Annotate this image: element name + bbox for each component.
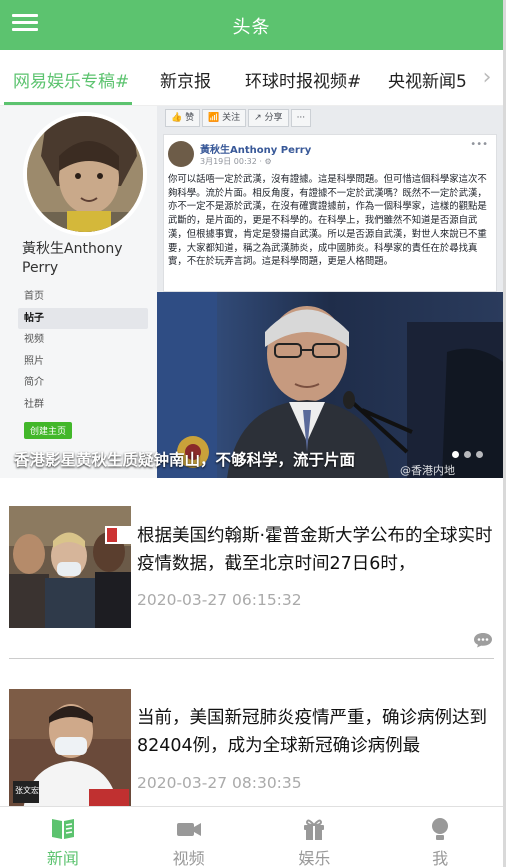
post-card: 黃秋生Anthony Perry 3月19日 00:32 · ⚙ ••• 你可以…	[163, 134, 497, 292]
follow-chip: 📶 关注	[202, 109, 247, 127]
like-chip: 👍 赞	[165, 109, 201, 127]
profile-nav-photos: 照片	[24, 355, 44, 367]
profile-nav-home: 首页	[24, 291, 44, 302]
featured-caption: 香港影星黄秋生质疑钟南山，不够科学，流于片面	[14, 451, 356, 469]
news-icon	[51, 819, 74, 839]
create-page-badge: 创建主页	[24, 422, 73, 439]
nav-me-label: 我	[432, 849, 449, 867]
profile-nav: 首页 帖子 视频 照片 简介 社群	[18, 286, 148, 415]
tab-xinjingbao[interactable]: 新京报	[160, 67, 211, 92]
bottom-navigation: 新闻 视频 娱乐 我	[0, 806, 503, 867]
news-timestamp: 2020-03-27 06:15:32	[137, 591, 302, 609]
video-camera-icon	[176, 823, 201, 836]
tab-cctv-news[interactable]: 央视新闻5	[388, 67, 467, 92]
top-app-bar: 头条	[0, 0, 503, 50]
nav-video[interactable]: 视频	[126, 807, 252, 867]
more-chip: ···	[290, 109, 312, 127]
news-title: 根据美国约翰斯·霍普金斯大学公布的全球实时疫情数据，截至北京时间27日6时，	[137, 526, 493, 574]
profile-avatar	[23, 112, 147, 236]
profile-name: 黃秋生Anthony Perry	[22, 241, 123, 276]
profile-nav-about: 简介	[24, 377, 44, 388]
svg-text:张文宏: 张文宏	[15, 785, 39, 795]
nav-entertainment-label: 娱乐	[298, 849, 331, 867]
profile-nav-community: 社群	[24, 398, 44, 410]
post-date: 3月19日 00:32 · ⚙	[200, 157, 272, 166]
active-tab-indicator	[4, 102, 132, 105]
user-icon	[432, 818, 449, 840]
tab-netease-ent[interactable]: 网易娱乐专稿#	[13, 67, 129, 92]
more-options-icon: •••	[470, 139, 488, 150]
tab-huanqiu-video[interactable]: 环球时报视频#	[245, 67, 361, 92]
chevron-right-icon[interactable]: ›	[471, 50, 503, 105]
post-author-avatar	[168, 141, 194, 167]
source-watermark: @香港内地	[400, 464, 455, 477]
nav-news-label: 新闻	[46, 849, 79, 867]
news-list-item[interactable]: 张文宏 当前，美国新冠肺炎疫情严重，确诊病例达到82404例，成为全球新冠确诊病…	[0, 659, 503, 811]
post-author: 黃秋生Anthony Perry	[200, 145, 312, 156]
nav-entertainment[interactable]: 娱乐	[252, 807, 378, 867]
profile-nav-videos: 视频	[24, 334, 44, 345]
pager-dot[interactable]	[476, 451, 483, 458]
gift-icon	[304, 819, 325, 840]
news-timestamp: 2020-03-27 08:30:35	[137, 774, 302, 792]
featured-carousel[interactable]: 黃秋生Anthony Perry 首页 帖子 视频 照片 简介 社群 创建主页 …	[0, 106, 503, 478]
nav-me[interactable]: 我	[377, 807, 503, 867]
comment-icon[interactable]	[473, 632, 493, 648]
post-action-bar: 👍 赞 📶 关注 ↗ 分享 ···	[165, 109, 312, 127]
news-list-item[interactable]: 根据美国约翰斯·霍普金斯大学公布的全球实时疫情数据，截至北京时间27日6时， 2…	[0, 478, 503, 658]
pager-dot[interactable]	[464, 451, 471, 458]
pager-dot[interactable]	[452, 451, 459, 458]
carousel-pager	[452, 451, 483, 458]
page-title: 头条	[232, 17, 271, 38]
nav-news[interactable]: 新闻	[0, 807, 126, 867]
news-title: 当前，美国新冠肺炎疫情严重，确诊病例达到82404例，成为全球新冠确诊病例最	[137, 708, 487, 756]
profile-nav-posts: 帖子	[18, 307, 148, 329]
share-chip: ↗ 分享	[248, 109, 289, 127]
post-screenshot: 👍 赞 📶 关注 ↗ 分享 ··· 黃秋生Anthony Perry 3月19日…	[157, 106, 503, 478]
app-screen: 头条 网易娱乐专稿# 新京报 环球时报视频# 央视新闻5 › 黃秋生Anthon…	[0, 0, 506, 867]
nav-video-label: 视频	[172, 849, 205, 867]
news-thumbnail	[9, 506, 131, 628]
profile-sidebar: 黃秋生Anthony Perry 首页 帖子 视频 照片 简介 社群 创建主页	[0, 106, 157, 478]
news-thumbnail: 张文宏	[9, 689, 131, 811]
channel-tabs: 网易娱乐专稿# 新京报 环球时报视频# 央视新闻5 ›	[0, 50, 503, 106]
post-body: 你可以話唔一定於武漢，沒有證據。這是科學問題。但可惜這個科學家這次不夠科學。流於…	[168, 174, 487, 268]
